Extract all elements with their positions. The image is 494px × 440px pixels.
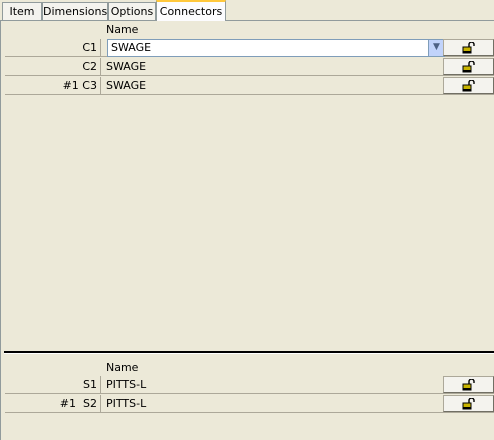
- segment-name-value[interactable]: PITTS-L: [106, 395, 146, 413]
- tab-strip: Item Dimensions Options Connectors: [0, 0, 494, 21]
- connectors-column-header: Name: [106, 23, 139, 36]
- tab-item-label: Item: [9, 5, 35, 18]
- lock-button[interactable]: [443, 395, 494, 412]
- tab-connectors[interactable]: Connectors: [156, 0, 226, 21]
- connectors-grid: Name C1 SWAGE ▼ C2 SWAGE #1 C3 SWAGE: [4, 21, 494, 353]
- unlocked-padlock-icon: [462, 398, 475, 410]
- connector-row-label: C2: [5, 58, 101, 76]
- connector-row-label: #1 C3: [5, 77, 101, 95]
- connector-name-combobox[interactable]: SWAGE ▼: [107, 39, 445, 57]
- tab-options-label: Options: [110, 5, 154, 18]
- unlocked-padlock-icon: [462, 42, 475, 54]
- connector-row[interactable]: C2 SWAGE: [5, 58, 494, 76]
- segments-grid: Name S1 PITTS-L #1 S2 PITTS-L: [4, 355, 494, 440]
- connector-row[interactable]: #1 C3 SWAGE: [5, 77, 494, 95]
- tab-item[interactable]: Item: [2, 2, 42, 20]
- connector-row[interactable]: C1 SWAGE ▼: [5, 39, 494, 57]
- segment-row[interactable]: S1 PITTS-L: [5, 376, 494, 394]
- connector-name-value[interactable]: SWAGE: [106, 58, 146, 76]
- segment-name-value[interactable]: PITTS-L: [106, 376, 146, 394]
- segment-row-label: #1 S2: [5, 395, 101, 413]
- lock-button[interactable]: [443, 77, 494, 94]
- lock-button[interactable]: [443, 39, 494, 56]
- unlocked-padlock-icon: [462, 80, 475, 92]
- tab-options[interactable]: Options: [108, 2, 156, 20]
- connector-name-value: SWAGE: [111, 41, 152, 54]
- connector-name-value[interactable]: SWAGE: [106, 77, 146, 95]
- tab-dimensions-label: Dimensions: [43, 5, 108, 18]
- connector-row-label: C1: [5, 39, 101, 57]
- tab-dimensions[interactable]: Dimensions: [42, 2, 108, 20]
- chevron-down-icon[interactable]: ▼: [428, 40, 444, 56]
- segment-row[interactable]: #1 S2 PITTS-L: [5, 395, 494, 413]
- unlocked-padlock-icon: [462, 379, 475, 391]
- segment-row-label: S1: [5, 376, 101, 394]
- lock-button[interactable]: [443, 376, 494, 393]
- unlocked-padlock-icon: [462, 61, 475, 73]
- lock-button[interactable]: [443, 58, 494, 75]
- segments-column-header: Name: [106, 361, 139, 374]
- tab-connectors-label: Connectors: [159, 5, 223, 18]
- pane-splitter-highlight: [4, 353, 494, 354]
